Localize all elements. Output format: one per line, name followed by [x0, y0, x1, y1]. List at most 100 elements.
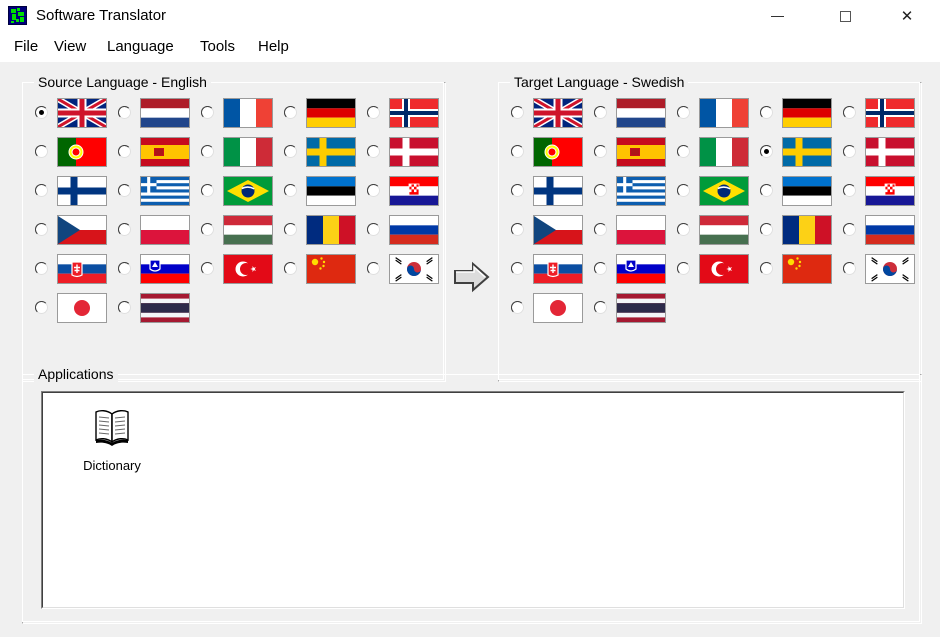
flag-icon-tr[interactable]: [699, 254, 749, 284]
radio-es[interactable]: [118, 145, 131, 158]
flag-icon-jp[interactable]: [533, 293, 583, 323]
flag-option-dk[interactable]: [843, 136, 921, 168]
flag-icon-pt[interactable]: [57, 137, 107, 167]
flag-icon-cn[interactable]: [782, 254, 832, 284]
menu-item-help[interactable]: Help: [252, 32, 295, 62]
radio-dk[interactable]: [367, 145, 380, 158]
radio-de[interactable]: [284, 106, 297, 119]
flag-icon-sk[interactable]: [57, 254, 107, 284]
flag-icon-sk[interactable]: [533, 254, 583, 284]
radio-tr[interactable]: [201, 262, 214, 275]
radio-gr[interactable]: [118, 184, 131, 197]
flag-option-fr[interactable]: [201, 97, 279, 129]
radio-hr[interactable]: [367, 184, 380, 197]
flag-option-kr[interactable]: [367, 253, 445, 285]
radio-no[interactable]: [843, 106, 856, 119]
flag-option-fi[interactable]: [511, 175, 589, 207]
flag-icon-de[interactable]: [306, 98, 356, 128]
radio-jp[interactable]: [35, 301, 48, 314]
flag-option-dk[interactable]: [367, 136, 445, 168]
flag-icon-de[interactable]: [782, 98, 832, 128]
radio-cn[interactable]: [284, 262, 297, 275]
flag-icon-th[interactable]: [616, 293, 666, 323]
radio-ro[interactable]: [284, 223, 297, 236]
flag-icon-jp[interactable]: [57, 293, 107, 323]
flag-icon-cz[interactable]: [57, 215, 107, 245]
radio-nl[interactable]: [594, 106, 607, 119]
flag-option-br[interactable]: [677, 175, 755, 207]
flag-option-pt[interactable]: [511, 136, 589, 168]
radio-ee[interactable]: [284, 184, 297, 197]
radio-ru[interactable]: [843, 223, 856, 236]
radio-pt[interactable]: [35, 145, 48, 158]
flag-icon-se[interactable]: [306, 137, 356, 167]
radio-sk[interactable]: [511, 262, 524, 275]
flag-icon-ee[interactable]: [306, 176, 356, 206]
flag-option-ee[interactable]: [760, 175, 838, 207]
flag-icon-th[interactable]: [140, 293, 190, 323]
radio-fi[interactable]: [35, 184, 48, 197]
radio-nl[interactable]: [118, 106, 131, 119]
applications-listbox[interactable]: Dictionary: [41, 391, 905, 609]
flag-option-th[interactable]: [594, 292, 672, 324]
radio-th[interactable]: [118, 301, 131, 314]
flag-icon-pt[interactable]: [533, 137, 583, 167]
menu-item-view[interactable]: View: [48, 32, 92, 62]
radio-si[interactable]: [118, 262, 131, 275]
radio-ro[interactable]: [760, 223, 773, 236]
radio-gr[interactable]: [594, 184, 607, 197]
flag-icon-it[interactable]: [699, 137, 749, 167]
radio-it[interactable]: [201, 145, 214, 158]
flag-option-si[interactable]: [118, 253, 196, 285]
flag-option-kr[interactable]: [843, 253, 921, 285]
flag-icon-nl[interactable]: [616, 98, 666, 128]
flag-option-tr[interactable]: [677, 253, 755, 285]
flag-option-pl[interactable]: [594, 214, 672, 246]
radio-br[interactable]: [677, 184, 690, 197]
flag-icon-it[interactable]: [223, 137, 273, 167]
flag-icon-fr[interactable]: [223, 98, 273, 128]
flag-icon-fr[interactable]: [699, 98, 749, 128]
flag-icon-dk[interactable]: [389, 137, 439, 167]
flag-option-br[interactable]: [201, 175, 279, 207]
flag-icon-ru[interactable]: [389, 215, 439, 245]
flag-option-nl[interactable]: [594, 97, 672, 129]
flag-icon-br[interactable]: [223, 176, 273, 206]
radio-ee[interactable]: [760, 184, 773, 197]
radio-fr[interactable]: [677, 106, 690, 119]
flag-option-jp[interactable]: [35, 292, 113, 324]
flag-icon-ro[interactable]: [306, 215, 356, 245]
radio-it[interactable]: [677, 145, 690, 158]
menu-item-language[interactable]: Language: [101, 32, 180, 62]
flag-option-de[interactable]: [284, 97, 362, 129]
flag-icon-fi[interactable]: [533, 176, 583, 206]
flag-icon-kr[interactable]: [389, 254, 439, 284]
close-button[interactable]: ✕: [884, 0, 930, 32]
radio-hu[interactable]: [677, 223, 690, 236]
flag-option-hu[interactable]: [201, 214, 279, 246]
flag-option-hr[interactable]: [843, 175, 921, 207]
flag-icon-si[interactable]: [616, 254, 666, 284]
flag-option-it[interactable]: [677, 136, 755, 168]
flag-option-es[interactable]: [594, 136, 672, 168]
flag-option-cz[interactable]: [511, 214, 589, 246]
radio-uk[interactable]: [511, 106, 524, 119]
flag-icon-hr[interactable]: [865, 176, 915, 206]
radio-pl[interactable]: [594, 223, 607, 236]
radio-cz[interactable]: [35, 223, 48, 236]
flag-icon-es[interactable]: [140, 137, 190, 167]
radio-si[interactable]: [594, 262, 607, 275]
radio-se[interactable]: [760, 145, 773, 158]
radio-de[interactable]: [760, 106, 773, 119]
menu-item-tools[interactable]: Tools: [194, 32, 241, 62]
flag-option-it[interactable]: [201, 136, 279, 168]
flag-icon-fi[interactable]: [57, 176, 107, 206]
radio-tr[interactable]: [677, 262, 690, 275]
flag-icon-es[interactable]: [616, 137, 666, 167]
flag-icon-gr[interactable]: [140, 176, 190, 206]
flag-option-hr[interactable]: [367, 175, 445, 207]
flag-option-cn[interactable]: [760, 253, 838, 285]
flag-icon-se[interactable]: [782, 137, 832, 167]
flag-option-de[interactable]: [760, 97, 838, 129]
flag-icon-dk[interactable]: [865, 137, 915, 167]
